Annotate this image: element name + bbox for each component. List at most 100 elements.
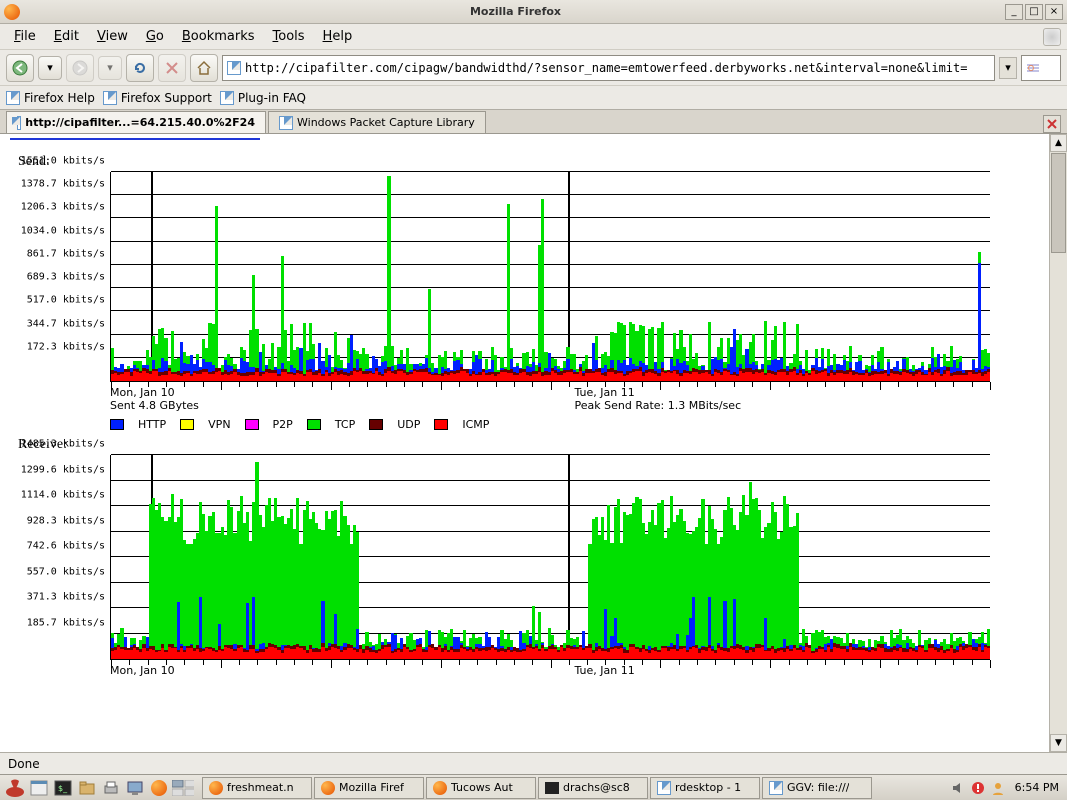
firefox-launcher[interactable]	[148, 777, 170, 799]
home-button[interactable]	[190, 54, 218, 82]
legend-label: TCP	[335, 418, 355, 431]
y-tick-label: 517.0 kbits/s	[27, 295, 111, 306]
y-tick-label: 1551.0 kbits/s	[21, 156, 111, 167]
page-icon	[227, 61, 241, 75]
start-button[interactable]	[4, 777, 26, 799]
browser-tab[interactable]: http://cipafilter...=64.215.40.0%2F24	[6, 111, 266, 133]
scroll-thumb[interactable]	[1051, 153, 1066, 253]
window-titlebar: Mozilla Firefox _ □ ×	[0, 0, 1067, 24]
firefox-icon	[4, 4, 20, 20]
forward-dropdown[interactable]: ▾	[98, 56, 122, 80]
y-tick-label: 689.3 kbits/s	[27, 272, 111, 283]
menu-bookmarks[interactable]: Bookmarks	[174, 26, 263, 47]
legend-swatch	[307, 419, 321, 430]
tray-audio-icon[interactable]	[951, 781, 965, 795]
legend-swatch	[369, 419, 383, 430]
status-bar: Done	[0, 752, 1067, 774]
svg-text:$_: $_	[58, 784, 68, 793]
reload-button[interactable]	[126, 54, 154, 82]
legend-swatch	[180, 419, 194, 430]
chart-stat-right: Peak Send Rate: 1.3 MBits/sec	[575, 399, 742, 412]
legend-label: VPN	[208, 418, 230, 431]
file-manager-launcher[interactable]	[76, 777, 98, 799]
chart-legend: HTTPVPNP2PTCPUDPICMP	[110, 418, 1039, 431]
page-icon	[220, 91, 234, 105]
forward-button[interactable]	[66, 54, 94, 82]
chart-title: Send:	[18, 154, 1039, 170]
legend-swatch	[110, 419, 124, 430]
menu-go[interactable]: Go	[138, 26, 172, 47]
system-clock[interactable]: 6:54 PM	[1011, 781, 1063, 794]
bookmark-item[interactable]: Firefox Help	[6, 91, 95, 105]
y-tick-label: 344.7 kbits/s	[27, 318, 111, 329]
workspace-switcher[interactable]	[172, 777, 194, 799]
taskbar-window-button[interactable]: GGV: file:///	[762, 777, 872, 799]
taskbar-window-button[interactable]: freshmeat.n	[202, 777, 312, 799]
browser-tab[interactable]: Windows Packet Capture Library	[268, 111, 486, 133]
navigation-toolbar: ▾ ▾ ▾	[0, 50, 1067, 86]
page-icon	[103, 91, 117, 105]
back-button[interactable]	[6, 54, 34, 82]
y-tick-label: 1378.7 kbits/s	[21, 179, 111, 190]
taskbar-window-button[interactable]: drachs@sc8	[538, 777, 648, 799]
legend-swatch	[245, 419, 259, 430]
x-tick-label: Mon, Jan 10	[110, 386, 575, 399]
tab-strip: http://cipafilter...=64.215.40.0%2F24Win…	[0, 110, 1067, 134]
bookmark-item[interactable]: Firefox Support	[103, 91, 212, 105]
menu-tools[interactable]: Tools	[265, 26, 313, 47]
scroll-up-button[interactable]: ▲	[1050, 134, 1067, 152]
menu-file[interactable]: File	[6, 26, 44, 47]
print-launcher[interactable]	[100, 777, 122, 799]
menu-bar: File Edit View Go Bookmarks Tools Help	[0, 24, 1067, 50]
x-tick-label: Mon, Jan 10	[110, 664, 575, 677]
url-history-dropdown[interactable]: ▾	[999, 57, 1017, 79]
y-tick-label: 371.3 kbits/s	[27, 592, 111, 603]
throbber-icon	[1043, 28, 1061, 46]
minimize-button[interactable]: _	[1005, 4, 1023, 20]
taskbar-window-button[interactable]: rdesktop - 1	[650, 777, 760, 799]
y-tick-label: 861.7 kbits/s	[27, 248, 111, 259]
url-input[interactable]	[245, 61, 990, 75]
url-bar[interactable]	[222, 55, 995, 81]
system-tray: 6:54 PM	[951, 781, 1063, 795]
x-tick-label: Tue, Jan 11	[575, 664, 1040, 677]
chart-plot-area: 172.3 kbits/s344.7 kbits/s517.0 kbits/s6…	[110, 172, 990, 382]
menu-edit[interactable]: Edit	[46, 26, 87, 47]
maximize-button[interactable]: □	[1025, 4, 1043, 20]
tray-user-icon[interactable]	[991, 781, 1005, 795]
page-content: Send: 172.3 kbits/s344.7 kbits/s517.0 kbi…	[0, 134, 1049, 752]
vertical-scrollbar[interactable]: ▲ ▼	[1049, 134, 1067, 752]
y-tick-label: 1206.3 kbits/s	[21, 202, 111, 213]
taskbar-window-button[interactable]: Tucows Aut	[426, 777, 536, 799]
y-tick-label: 1485.3 kbits/s	[21, 439, 111, 450]
chart-plot-area: 185.7 kbits/s371.3 kbits/s557.0 kbits/s7…	[110, 455, 990, 660]
taskbar-window-button[interactable]: Mozilla Firef	[314, 777, 424, 799]
tray-alert-icon[interactable]	[971, 781, 985, 795]
status-text: Done	[8, 757, 40, 771]
bookmark-item[interactable]: Plug-in FAQ	[220, 91, 306, 105]
y-tick-label: 185.7 kbits/s	[27, 617, 111, 628]
menu-view[interactable]: View	[89, 26, 136, 47]
page-icon	[6, 91, 20, 105]
close-button[interactable]: ×	[1045, 4, 1063, 20]
page-icon	[17, 116, 21, 130]
y-tick-label: 742.6 kbits/s	[27, 541, 111, 552]
window-title: Mozilla Firefox	[26, 5, 1005, 18]
terminal-launcher[interactable]: $_	[52, 777, 74, 799]
y-tick-label: 928.3 kbits/s	[27, 515, 111, 526]
y-tick-label: 1034.0 kbits/s	[21, 225, 111, 236]
tab-close-button[interactable]	[1043, 115, 1061, 133]
content-viewport: Send: 172.3 kbits/s344.7 kbits/s517.0 kbi…	[0, 134, 1067, 752]
back-dropdown[interactable]: ▾	[38, 56, 62, 80]
x-tick-label: Tue, Jan 11	[575, 386, 1040, 399]
menu-help[interactable]: Help	[315, 26, 361, 47]
chart-stat-left: Sent 4.8 GBytes	[110, 399, 575, 412]
bookmarks-toolbar: Firefox Help Firefox Support Plug-in FAQ	[0, 86, 1067, 110]
scroll-down-button[interactable]: ▼	[1050, 734, 1067, 752]
search-box[interactable]	[1021, 55, 1061, 81]
show-desktop-button[interactable]	[28, 777, 50, 799]
system-taskbar: $_ freshmeat.nMozilla FirefTucows Autdra…	[0, 774, 1067, 800]
computer-icon[interactable]	[124, 777, 146, 799]
stop-button[interactable]	[158, 54, 186, 82]
y-tick-label: 1114.0 kbits/s	[21, 490, 111, 501]
